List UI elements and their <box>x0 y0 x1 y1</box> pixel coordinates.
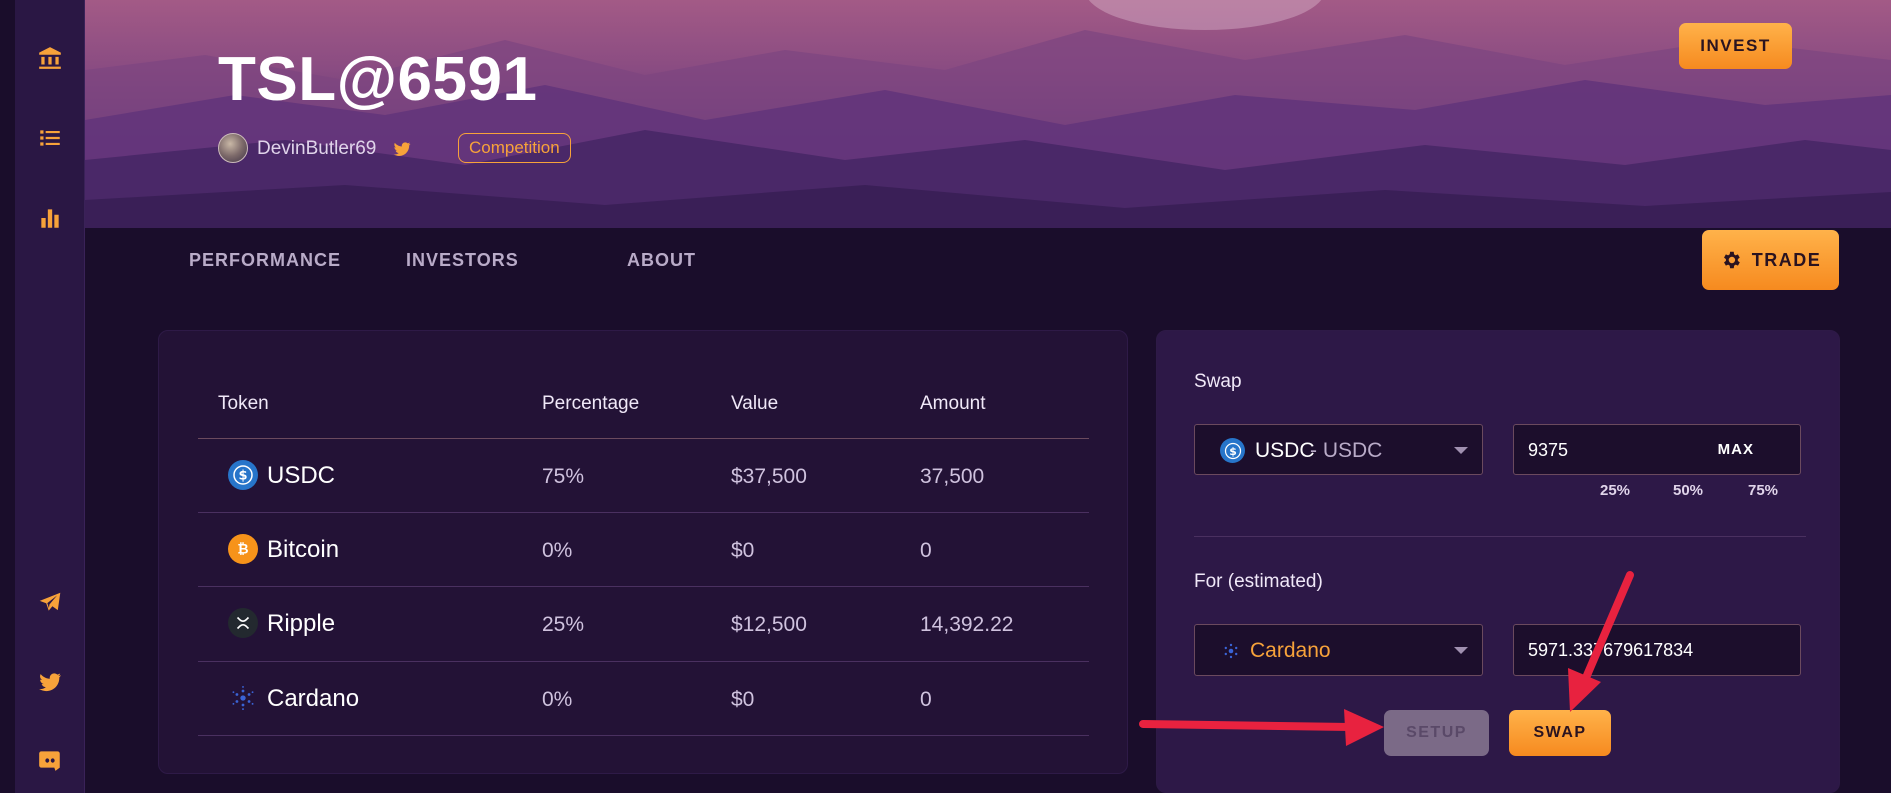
column-header-token: Token <box>218 393 269 414</box>
for-estimated-label: For (estimated) <box>1194 571 1323 592</box>
cardano-icon <box>1219 639 1243 663</box>
token-value: $0 <box>731 539 755 562</box>
page-title: TSL@6591 <box>218 45 538 114</box>
row-divider <box>198 661 1089 662</box>
token-value: $37,500 <box>731 465 807 488</box>
sidebar <box>15 0 85 793</box>
row-divider <box>198 512 1089 513</box>
token-amount: 37,500 <box>920 465 985 488</box>
bitcoin-icon: ₿ <box>228 534 258 564</box>
svg-text:₿: ₿ <box>237 542 248 558</box>
list-icon[interactable] <box>15 118 85 158</box>
percent-75-button[interactable]: 75% <box>1748 482 1778 499</box>
max-button[interactable]: MAX <box>1718 441 1754 458</box>
tab-performance[interactable]: PERFORMANCE <box>189 250 341 271</box>
row-divider <box>198 586 1089 587</box>
tab-investors[interactable]: INVESTORS <box>406 250 519 271</box>
chevron-down-icon <box>1454 647 1468 654</box>
setup-button[interactable]: SETUP <box>1384 710 1489 756</box>
to-token-select[interactable]: Cardano <box>1194 624 1483 676</box>
table-divider <box>198 438 1089 439</box>
ripple-icon <box>228 608 258 638</box>
column-header-amount: Amount <box>920 393 986 414</box>
svg-text:$: $ <box>1229 444 1237 457</box>
token-name: Cardano <box>267 685 360 712</box>
telegram-icon[interactable] <box>15 582 85 622</box>
chevron-down-icon <box>1454 447 1468 454</box>
percent-25-button[interactable]: 25% <box>1600 482 1630 499</box>
to-amount-field[interactable]: 5971.337679617834 <box>1513 624 1801 676</box>
twitter-icon[interactable] <box>15 662 85 702</box>
from-amount-value: 9375 <box>1528 440 1569 460</box>
percent-50-button[interactable]: 50% <box>1673 482 1703 499</box>
token-amount: 0 <box>920 688 932 711</box>
swap-button[interactable]: SWAP <box>1509 710 1611 756</box>
token-name: USDC <box>267 462 336 489</box>
token-value: $0 <box>731 688 755 711</box>
token-percentage: 75% <box>542 465 585 488</box>
column-header-percentage: Percentage <box>542 393 640 414</box>
token-amount: 0 <box>920 539 932 562</box>
trade-button[interactable]: TRADE <box>1702 230 1839 290</box>
tab-about[interactable]: ABOUT <box>627 250 696 271</box>
cardano-icon <box>228 683 258 713</box>
row-divider <box>198 735 1089 736</box>
swap-card <box>1156 330 1840 793</box>
token-name: Bitcoin <box>267 536 340 563</box>
gear-icon <box>1723 251 1740 269</box>
column-header-value: Value <box>731 393 779 414</box>
invest-button[interactable]: INVEST <box>1679 23 1792 69</box>
to-amount-value: 5971.337679617834 <box>1528 640 1694 660</box>
token-name: Ripple <box>267 610 336 637</box>
token-amount: 14,392.22 <box>920 613 1014 636</box>
token-value: $12,500 <box>731 613 807 636</box>
from-token-name: USDC <box>1255 439 1315 462</box>
avatar[interactable] <box>218 133 248 163</box>
trade-button-label: TRADE <box>1751 249 1822 270</box>
competition-badge: Competition <box>458 133 571 163</box>
svg-text:$: $ <box>238 469 247 484</box>
swap-divider <box>1194 536 1806 537</box>
usdc-icon: $ <box>1220 438 1245 463</box>
usdc-icon: $ <box>228 460 258 490</box>
token-percentage: 25% <box>542 613 585 636</box>
twitter-icon[interactable] <box>392 139 412 159</box>
from-token-select[interactable]: $ USDC - USDC <box>1194 424 1483 475</box>
username-link[interactable]: DevinButler69 <box>257 138 376 160</box>
bank-icon[interactable] <box>15 38 85 78</box>
from-amount-input[interactable]: 9375 MAX <box>1513 424 1801 475</box>
discord-icon[interactable] <box>15 740 85 780</box>
token-percentage: 0% <box>542 688 573 711</box>
from-token-symbol: - USDC <box>1310 439 1383 462</box>
token-percentage: 0% <box>542 539 573 562</box>
swap-label: Swap <box>1194 371 1242 392</box>
bar-chart-icon[interactable] <box>15 198 85 238</box>
to-token-name: Cardano <box>1250 639 1331 662</box>
